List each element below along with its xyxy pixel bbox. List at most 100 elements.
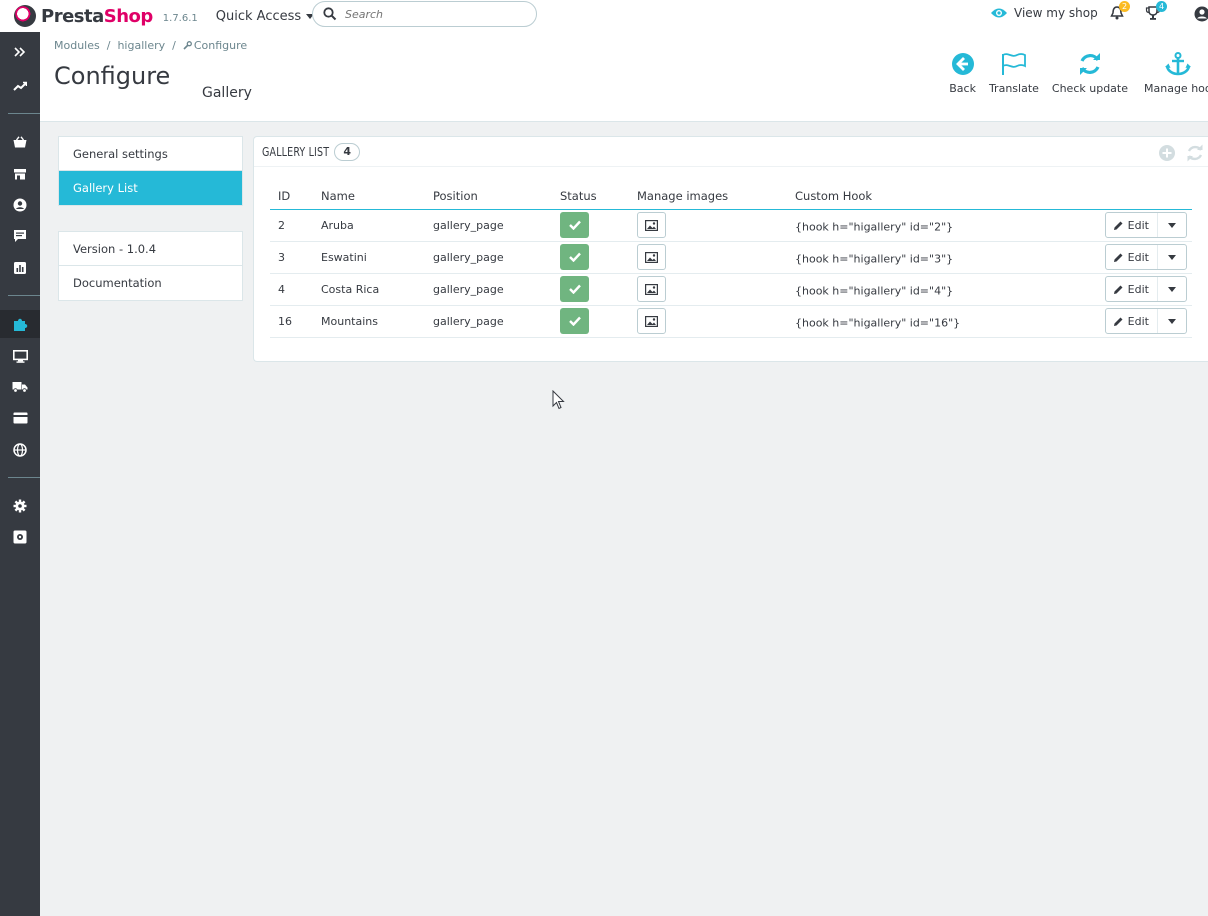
status-toggle-button[interactable] [560,276,589,302]
sidebar-item-payment[interactable] [0,404,40,432]
mouse-cursor-icon [552,390,565,410]
chat-icon [14,230,26,242]
row-actions-dropdown[interactable] [1158,277,1186,301]
sidebar-item-orders[interactable] [0,128,40,156]
add-icon[interactable] [1158,144,1176,162]
table-row: 2 Aruba gallery_page {hook h="higallery"… [270,209,1192,242]
column-header-id[interactable]: ID [270,183,313,210]
panel-title: GALLERY LIST [262,144,330,159]
edit-button[interactable]: Edit [1106,245,1158,269]
logo-text: PrestaShop [41,5,153,27]
manage-hooks-button[interactable]: Manage hooks [1141,52,1208,95]
manage-images-button[interactable] [637,308,666,334]
row-actions-dropdown[interactable] [1158,245,1186,269]
menu-item-general-settings[interactable]: General settings [59,137,242,171]
caret-down-icon [1167,222,1176,228]
edit-button[interactable]: Edit [1106,277,1158,301]
refresh-list-icon[interactable] [1186,144,1204,162]
row-id: 4 [270,273,313,306]
custom-hook-code: {hook h="higallery" id="2"} [795,220,954,234]
status-toggle-button[interactable] [560,244,589,270]
view-shop-link[interactable]: View my shop [990,6,1098,20]
row-name: Eswatini [313,241,425,274]
search-icon [323,7,337,21]
sidebar-item-shop-parameters[interactable] [0,492,40,520]
sidebar-item-modules[interactable] [0,310,40,338]
refresh-icon [1079,53,1100,75]
quick-access-label: Quick Access [215,8,302,24]
check-icon [568,316,581,326]
puzzle-icon [13,318,27,331]
edit-label: Edit [1127,218,1149,232]
pencil-icon [1113,253,1123,262]
sidebar-item-customers[interactable] [0,191,40,219]
row-position: gallery_page [425,273,552,306]
quick-access-dropdown[interactable]: Quick Access [215,8,315,24]
account-button[interactable] [1194,6,1208,25]
flag-icon [1001,53,1026,75]
check-update-button[interactable]: Check update [1052,52,1128,95]
search-box[interactable] [312,1,537,27]
manage-images-button[interactable] [637,276,666,302]
edit-button[interactable]: Edit [1106,213,1158,237]
pencil-icon [1113,285,1123,294]
table-row: 16 Mountains gallery_page {hook h="higal… [270,305,1192,338]
edit-label: Edit [1127,314,1149,328]
breadcrumb-configure: Configure [193,39,248,52]
status-toggle-button[interactable] [560,308,589,334]
breadcrumb-modules[interactable]: Modules [54,39,100,52]
sidebar-item-international[interactable] [0,436,40,464]
page-header: Modules / higallery / Configure Configur… [40,32,1208,122]
manage-images-button[interactable] [637,244,666,270]
anchor-icon [1165,52,1191,76]
truck-icon [12,382,28,393]
sidebar-item-dashboard[interactable] [0,72,40,100]
gallery-list-panel: GALLERY LIST 4 ID Name Position Status M… [253,136,1208,362]
breadcrumb-higallery[interactable]: higallery [117,39,165,52]
double-chevron-right-icon [14,47,26,57]
breadcrumb: Modules / higallery / Configure [54,39,248,52]
row-actions: Edit [1104,212,1187,238]
page-toolbar: Back Translate Check update Manage hooks [936,52,1208,95]
notifications-button[interactable]: 2 [1110,1,1130,24]
translate-button[interactable]: Translate [989,52,1039,95]
sidebar-item-shipping[interactable] [0,373,40,401]
settings-box-icon [13,530,27,544]
version-info: Version - 1.0.4 [59,232,242,266]
documentation-link[interactable]: Documentation [59,266,242,300]
row-position: gallery_page [425,305,552,338]
row-actions-dropdown[interactable] [1158,213,1186,237]
search-input[interactable] [345,7,515,21]
sidebar-item-advanced-parameters[interactable] [0,523,40,551]
row-actions-dropdown[interactable] [1158,309,1186,333]
check-icon [568,284,581,294]
row-name: Aruba [313,209,425,242]
row-actions: Edit [1104,308,1187,334]
sidebar-item-catalog[interactable] [0,160,40,188]
edit-label: Edit [1127,282,1149,296]
back-label: Back [949,82,976,95]
edit-button[interactable]: Edit [1106,309,1158,333]
manage-hooks-label: Manage hooks [1144,82,1208,95]
orders-notification-button[interactable]: 4 [1145,1,1167,24]
bar-chart-icon [14,262,26,274]
column-header-status[interactable]: Status [552,183,629,210]
manage-images-button[interactable] [637,212,666,238]
monitor-icon [12,349,28,363]
sidebar-item-design[interactable] [0,342,40,370]
status-toggle-button[interactable] [560,212,589,238]
sidebar-item-messages[interactable] [0,222,40,250]
custom-hook-code: {hook h="higallery" id="16"} [795,316,961,330]
sidebar-item-stats[interactable] [0,254,40,282]
prestashop-logo[interactable]: PrestaShop [14,5,153,27]
sidebar-collapse-button[interactable] [0,38,40,66]
store-icon [14,169,26,180]
sidebar-divider [8,295,40,296]
check-icon [568,220,581,230]
caret-down-icon [1167,254,1176,260]
back-button[interactable]: Back [949,52,976,95]
column-header-position[interactable]: Position [425,183,552,210]
column-header-name[interactable]: Name [313,183,425,210]
menu-item-gallery-list[interactable]: Gallery List [59,171,242,205]
user-icon [1194,6,1208,22]
